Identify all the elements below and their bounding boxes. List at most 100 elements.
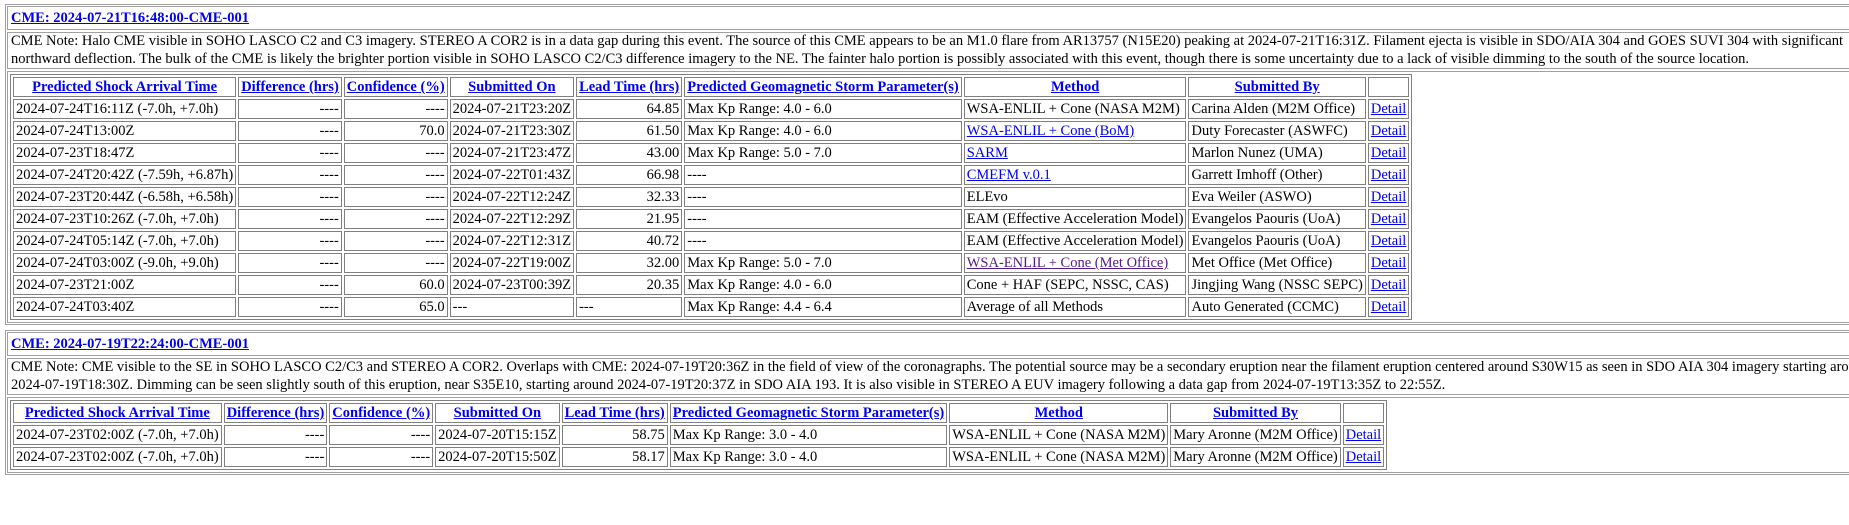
cell-submitted-by: Marlon Nunez (UMA) [1188, 143, 1366, 163]
table-row: 2024-07-23T02:00Z (-7.0h, +7.0h) ---- ----… [13, 447, 1385, 467]
cell-submitted-by: Duty Forecaster (ASWFC) [1188, 121, 1366, 141]
cme-event-header: CME: 2024-07-21T16:48:00-CME-001 [7, 6, 1849, 30]
cell-confidence: ---- [343, 253, 448, 273]
detail-link[interactable]: Detail [1371, 299, 1406, 315]
cell-storm-parameters: ---- [684, 209, 962, 229]
cell-submitted-on: 2024-07-22T12:31Z [449, 231, 575, 251]
method-link[interactable]: CMEFM v.0.1 [967, 167, 1051, 183]
column-header-link[interactable]: Lead Time (hrs) [579, 79, 679, 95]
detail-link[interactable]: Detail [1371, 123, 1406, 139]
column-header-link[interactable]: Submitted On [468, 79, 555, 95]
cell-difference: ---- [238, 99, 342, 119]
cme-event-title-link[interactable]: CME: 2024-07-19T22:24:00-CME-001 [11, 336, 249, 352]
column-header-link[interactable]: Predicted Shock Arrival Time [25, 405, 210, 421]
column-header-link[interactable]: Confidence (%) [347, 79, 445, 95]
cell-storm-parameters: ---- [684, 231, 962, 251]
cell-submitted-on: 2024-07-22T01:43Z [449, 165, 575, 185]
detail-link[interactable]: Detail [1371, 189, 1406, 205]
table-row: 2024-07-24T20:42Z (-7.59h, +6.87h) ---- --… [13, 165, 1410, 185]
cell-lead-time: 58.17 [561, 447, 668, 467]
cell-method: SARM [963, 143, 1187, 163]
cell-lead-time: 20.35 [576, 275, 683, 295]
column-header-link[interactable]: Confidence (%) [332, 405, 430, 421]
cme-event-title-link[interactable]: CME: 2024-07-21T16:48:00-CME-001 [11, 10, 249, 26]
column-header-link[interactable]: Submitted By [1235, 79, 1320, 95]
cell-detail: Detail [1367, 121, 1410, 141]
column-header-link[interactable]: Predicted Shock Arrival Time [32, 79, 217, 95]
cell-confidence: ---- [343, 231, 448, 251]
cell-method: WSA-ENLIL + Cone (Met Office) [963, 253, 1187, 273]
cell-method: WSA-ENLIL + Cone (NASA M2M) [949, 425, 1169, 445]
cell-confidence: ---- [329, 447, 434, 467]
cme-event-header: CME: 2024-07-19T22:24:00-CME-001 [7, 332, 1849, 356]
cell-lead-time: 32.00 [576, 253, 683, 273]
column-header-link[interactable]: Submitted By [1213, 405, 1298, 421]
column-header-link[interactable]: Predicted Geomagnetic Storm Parameter(s) [673, 405, 945, 421]
column-header: Difference (hrs) [223, 403, 328, 423]
detail-column-header [1342, 403, 1385, 423]
cell-difference: ---- [238, 143, 342, 163]
predictions-table: Predicted Shock Arrival Time Difference (… [10, 400, 1388, 470]
detail-link[interactable]: Detail [1371, 167, 1406, 183]
cell-submitted-by: Evangelos Paouris (UoA) [1188, 231, 1366, 251]
detail-link[interactable]: Detail [1371, 101, 1406, 117]
column-header: Predicted Geomagnetic Storm Parameter(s) [669, 403, 948, 423]
cell-lead-time: 64.85 [576, 99, 683, 119]
detail-link[interactable]: Detail [1371, 277, 1406, 293]
cell-difference: ---- [238, 231, 342, 251]
cell-submitted-on: 2024-07-20T15:15Z [435, 425, 560, 445]
cell-submitted-by: Mary Aronne (M2M Office) [1170, 447, 1341, 467]
column-header: Submitted By [1170, 403, 1341, 423]
column-header-link[interactable]: Method [1035, 405, 1083, 421]
cell-submitted-on: 2024-07-20T15:50Z [435, 447, 560, 467]
cell-detail: Detail [1367, 99, 1410, 119]
cell-submitted-by: Mary Aronne (M2M Office) [1170, 425, 1341, 445]
cell-detail: Detail [1367, 297, 1410, 317]
detail-link[interactable]: Detail [1371, 255, 1406, 271]
detail-link[interactable]: Detail [1371, 145, 1406, 161]
column-header: Difference (hrs) [238, 77, 342, 97]
cell-difference: ---- [238, 253, 342, 273]
cell-confidence: ---- [343, 143, 448, 163]
cell-arrival-time: 2024-07-24T05:14Z (-7.0h, +7.0h) [13, 231, 237, 251]
column-header: Submitted On [449, 77, 575, 97]
cell-confidence: ---- [329, 425, 434, 445]
method-link[interactable]: WSA-ENLIL + Cone (BoM) [967, 123, 1135, 139]
cell-difference: ---- [223, 447, 328, 467]
table-row: 2024-07-23T10:26Z (-7.0h, +7.0h) ---- ----… [13, 209, 1410, 229]
column-header: Method [963, 77, 1187, 97]
column-header: Submitted On [435, 403, 560, 423]
cell-storm-parameters: Max Kp Range: 4.0 - 6.0 [684, 99, 962, 119]
cell-submitted-by: Eva Weiler (ASWO) [1188, 187, 1366, 207]
cell-difference: ---- [238, 275, 342, 295]
column-header-link[interactable]: Method [1051, 79, 1099, 95]
table-row: 2024-07-24T03:40Z ---- 65.0 --- --- Max Kp Ra… [13, 297, 1410, 317]
detail-link[interactable]: Detail [1346, 427, 1381, 443]
method-link[interactable]: WSA-ENLIL + Cone (Met Office) [967, 255, 1168, 271]
detail-link[interactable]: Detail [1371, 233, 1406, 249]
cell-difference: ---- [238, 209, 342, 229]
cell-detail: Detail [1367, 231, 1410, 251]
predictions-table-body: 2024-07-23T02:00Z (-7.0h, +7.0h) ---- ----… [13, 425, 1385, 467]
method-link[interactable]: SARM [967, 145, 1008, 161]
cell-lead-time: 21.95 [576, 209, 683, 229]
cell-submitted-by: Garrett Imhoff (Other) [1188, 165, 1366, 185]
detail-link[interactable]: Detail [1371, 211, 1406, 227]
column-header-link[interactable]: Predicted Geomagnetic Storm Parameter(s) [687, 79, 959, 95]
predictions-table-body: 2024-07-24T16:11Z (-7.0h, +7.0h) ---- ----… [13, 99, 1410, 317]
cell-lead-time: --- [576, 297, 683, 317]
detail-link[interactable]: Detail [1346, 449, 1381, 465]
cell-detail: Detail [1367, 165, 1410, 185]
cell-submitted-on: 2024-07-22T19:00Z [449, 253, 575, 273]
cell-submitted-by: Evangelos Paouris (UoA) [1188, 209, 1366, 229]
column-header-link[interactable]: Difference (hrs) [241, 79, 339, 95]
column-header-link[interactable]: Lead Time (hrs) [565, 405, 665, 421]
cell-confidence: 70.0 [343, 121, 448, 141]
cell-arrival-time: 2024-07-23T21:00Z [13, 275, 237, 295]
column-header-link[interactable]: Submitted On [454, 405, 541, 421]
column-header-link[interactable]: Difference (hrs) [227, 405, 325, 421]
table-row: 2024-07-24T03:00Z (-9.0h, +9.0h) ---- ----… [13, 253, 1410, 273]
cell-detail: Detail [1342, 447, 1385, 467]
cell-arrival-time: 2024-07-23T10:26Z (-7.0h, +7.0h) [13, 209, 237, 229]
cell-lead-time: 40.72 [576, 231, 683, 251]
